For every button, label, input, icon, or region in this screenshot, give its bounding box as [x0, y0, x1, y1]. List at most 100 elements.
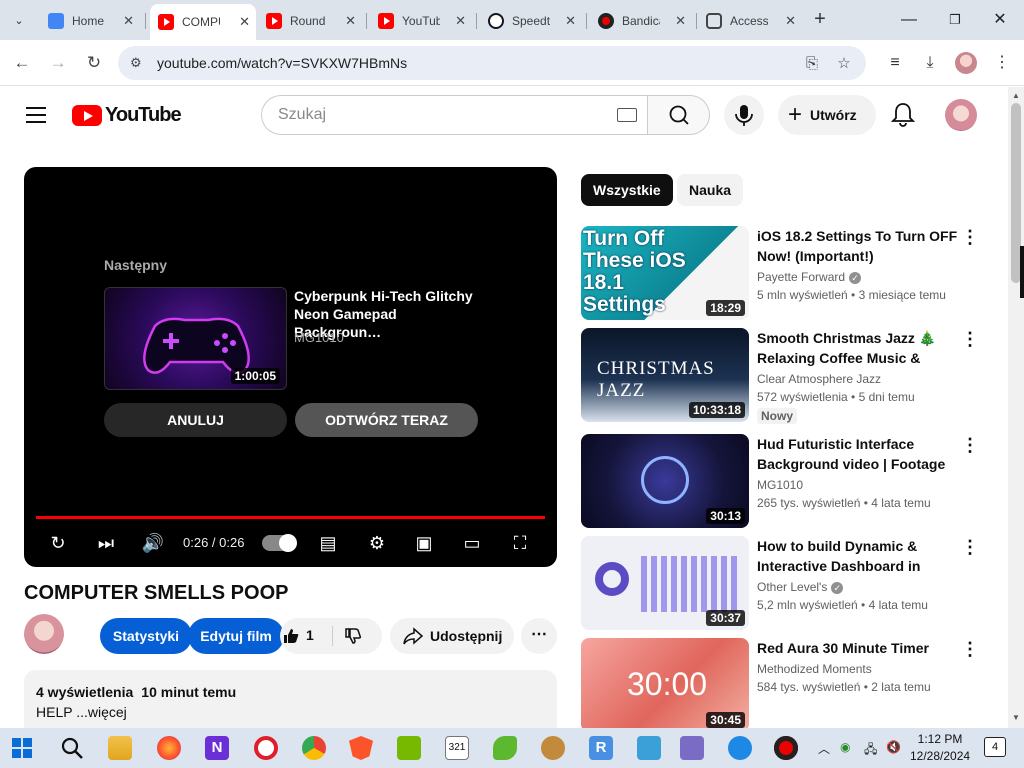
tab-close-icon[interactable]: ✕ — [345, 13, 356, 29]
tab-bandicam[interactable]: Bandicam ✕ — [590, 6, 692, 36]
more-options-icon[interactable]: ⋮ — [961, 436, 979, 456]
next-video-icon[interactable]: ⏭ — [94, 531, 118, 555]
media-playlist-icon[interactable]: ≡ — [883, 51, 907, 75]
replay-icon[interactable]: ↻ — [46, 531, 70, 555]
address-bar[interactable]: ⚙ youtube.com/watch?v=SVKXW7HBmNs ⎘ ☆ — [118, 46, 866, 80]
cancel-autoplay-button[interactable]: ANULUJ — [104, 403, 287, 437]
minimize-icon[interactable]: — — [897, 8, 921, 32]
opera-icon[interactable] — [254, 736, 278, 760]
tab-search-chevron-icon[interactable]: ⌄ — [6, 7, 32, 33]
thumbs-up-icon[interactable] — [282, 627, 300, 645]
video-thumbnail[interactable]: 30:13 — [581, 434, 749, 528]
system-clock[interactable]: 1:12 PM 12/28/2024 — [910, 731, 970, 765]
youtube-logo[interactable]: YouTube — [72, 104, 182, 127]
install-app-icon[interactable]: ⎘ — [802, 54, 822, 74]
more-options-icon[interactable]: ⋮ — [961, 538, 979, 558]
volume-icon[interactable]: 🔊 — [141, 531, 165, 555]
url-text[interactable]: youtube.com/watch?v=SVKXW7HBmNs — [157, 55, 407, 71]
onenote-icon[interactable]: N — [205, 736, 229, 760]
recommendation-title[interactable]: Hud Futuristic Interface Background vide… — [757, 434, 961, 474]
search-button[interactable] — [647, 95, 710, 135]
more-options-icon[interactable]: ⋮ — [961, 330, 979, 350]
file-explorer-icon[interactable] — [108, 736, 132, 760]
create-button[interactable]: + Utwórz — [778, 95, 876, 135]
recommendation-item[interactable]: Turn Off These iOS 18.1 Settings 18:29 i… — [581, 226, 1001, 320]
tab-active-video[interactable]: COMPUTER SMELLS POOP ✕ — [150, 4, 256, 40]
theater-mode-icon[interactable]: ▭ — [460, 531, 484, 555]
tab-close-icon[interactable]: ✕ — [239, 14, 250, 30]
description-text[interactable]: HELP ...więcej — [36, 704, 127, 720]
forward-arrow-icon[interactable]: → — [46, 51, 70, 75]
browser-menu-icon[interactable]: ⋮ — [990, 51, 1014, 75]
play-now-button[interactable]: ODTWÓRZ TERAZ — [295, 403, 478, 437]
up-next-thumbnail[interactable]: 1:00:05 — [104, 287, 287, 390]
video-thumbnail[interactable]: CHRISTMAS JAZZ 10:33:18 — [581, 328, 749, 422]
green-app-icon[interactable] — [493, 736, 517, 760]
recommendation-item[interactable]: 30:13 Hud Futuristic Interface Backgroun… — [581, 434, 1001, 528]
chrome-icon[interactable] — [302, 736, 326, 760]
more-actions-button[interactable]: ⋯ — [521, 618, 557, 654]
subtitles-icon[interactable]: ▤ — [316, 531, 340, 555]
pet-app-icon[interactable] — [541, 736, 565, 760]
chip-all[interactable]: Wszystkie — [581, 174, 673, 206]
tab-close-icon[interactable]: ✕ — [123, 13, 134, 29]
miniplayer-icon[interactable]: ▣ — [412, 531, 436, 555]
download-icon[interactable]: ⤓ — [918, 51, 942, 75]
back-arrow-icon[interactable]: ← — [10, 51, 34, 75]
thumbs-down-icon[interactable] — [344, 627, 362, 645]
brave-icon[interactable] — [349, 736, 373, 760]
tab-close-icon[interactable]: ✕ — [785, 13, 796, 29]
page-scrollbar[interactable]: ▲ ▼ — [1008, 87, 1024, 728]
video-player[interactable]: Następny 1:00:05 Cyberpunk Hi-Tech Glitc… — [24, 167, 557, 567]
nvidia-icon[interactable] — [397, 736, 421, 760]
more-options-icon[interactable]: ⋮ — [961, 228, 979, 248]
voice-search-button[interactable] — [724, 95, 764, 135]
r-app-icon[interactable]: R — [589, 736, 613, 760]
progress-bar[interactable] — [36, 516, 545, 519]
speaker-muted-icon[interactable]: 🔇 — [886, 740, 901, 754]
chip-science[interactable]: Nauka — [677, 174, 744, 206]
video-thumbnail[interactable]: 30:00 30:45 — [581, 638, 749, 732]
tab-access[interactable]: Access ✕ — [698, 6, 802, 36]
search-input[interactable]: Szukaj — [261, 95, 647, 135]
recommendation-title[interactable]: iOS 18.2 Settings To Turn OFF Now! (Impo… — [757, 226, 961, 266]
blue-orb-app-icon[interactable] — [728, 736, 752, 760]
network-icon[interactable]: 🖧 — [864, 740, 877, 761]
bookmark-star-icon[interactable]: ☆ — [834, 54, 854, 74]
bandicam-record-icon[interactable] — [774, 736, 798, 760]
tray-expand-icon[interactable]: ︿ — [818, 740, 830, 757]
windows-start-icon[interactable] — [10, 736, 34, 760]
settings-gear-icon[interactable]: ⚙ — [365, 531, 389, 555]
site-info-icon[interactable]: ⚙ — [130, 55, 146, 71]
recommendation-title[interactable]: Red Aura 30 Minute Timer — [757, 638, 961, 658]
firefox-icon[interactable] — [157, 736, 181, 760]
autoplay-toggle[interactable] — [262, 534, 297, 552]
recommendation-title[interactable]: How to build Dynamic & Interactive Dashb… — [757, 536, 961, 576]
tab-youtube[interactable]: YouTube ✕ — [370, 6, 472, 36]
tab-close-icon[interactable]: ✕ — [675, 13, 686, 29]
profile-avatar[interactable] — [955, 52, 977, 74]
recommendation-title[interactable]: Smooth Christmas Jazz 🎄 Relaxing Coffee … — [757, 328, 961, 368]
search-icon[interactable] — [60, 736, 84, 760]
reload-icon[interactable]: ↻ — [82, 51, 106, 75]
scroll-down-arrow-icon[interactable]: ▼ — [1012, 713, 1020, 722]
keyboard-icon[interactable] — [617, 108, 637, 122]
more-options-icon[interactable]: ⋮ — [961, 640, 979, 660]
notification-center-icon[interactable]: 4 — [984, 737, 1006, 757]
user-avatar[interactable] — [945, 99, 977, 131]
recommendation-item[interactable]: 30:37 How to build Dynamic & Interactive… — [581, 536, 1001, 630]
new-tab-button[interactable]: + — [808, 8, 832, 32]
close-window-icon[interactable]: ✕ — [988, 8, 1012, 32]
video-thumbnail[interactable]: Turn Off These iOS 18.1 Settings 18:29 — [581, 226, 749, 320]
tab-speedtest[interactable]: Speedtest ✕ — [480, 6, 582, 36]
calendar-app-icon[interactable]: 321 — [445, 736, 469, 760]
hamburger-menu-icon[interactable] — [26, 107, 46, 123]
tab-close-icon[interactable]: ✕ — [455, 13, 466, 29]
analytics-button[interactable]: Statystyki — [100, 618, 192, 654]
channel-avatar[interactable] — [24, 614, 64, 654]
fullscreen-icon[interactable]: ⛶ — [508, 531, 532, 555]
tab-close-icon[interactable]: ✕ — [565, 13, 576, 29]
edit-video-button[interactable]: Edytuj film — [188, 618, 284, 654]
recommendation-item[interactable]: 30:00 30:45 Red Aura 30 Minute Timer Met… — [581, 638, 1001, 732]
tray-status-icon[interactable]: ◉ — [840, 740, 850, 754]
